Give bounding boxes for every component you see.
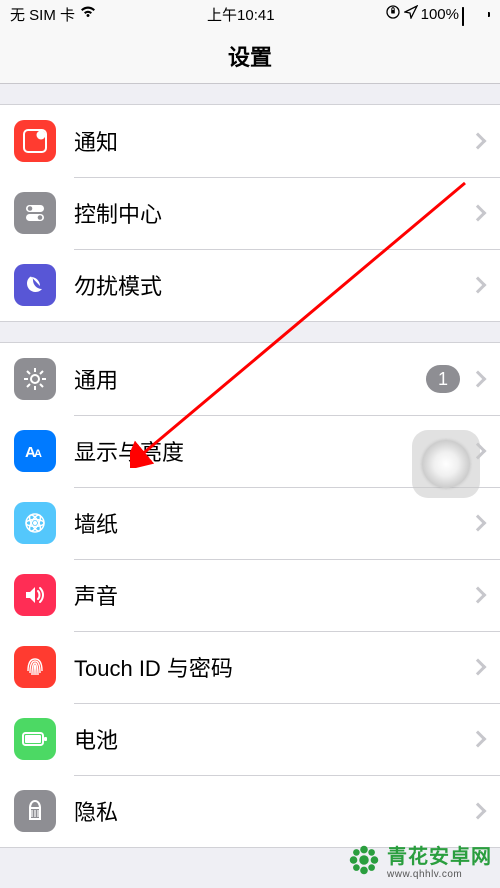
page-title: 设置 [228,40,272,72]
row-control-center[interactable]: 控制中心 [0,177,500,249]
row-label: 隐私 [74,795,472,827]
row-label: 通用 [74,363,426,395]
assistive-touch-inner [422,440,470,488]
watermark: 青花安卓网 www.qhhlv.com [345,840,492,880]
row-label: 通知 [74,125,472,157]
chevron-right-icon [470,803,487,820]
row-sound[interactable]: 声音 [0,559,500,631]
watermark-logo-icon [345,841,383,879]
lock-rotation-icon [385,4,401,24]
chevron-right-icon [470,133,487,150]
row-notifications[interactable]: 通知 [0,105,500,177]
row-label: 声音 [74,579,472,611]
chevron-right-icon [470,587,487,604]
chevron-right-icon [470,659,487,676]
notifications-icon [14,120,56,162]
location-icon [404,5,418,23]
sound-icon [14,574,56,616]
row-label: 控制中心 [74,197,472,229]
status-left: 无 SIM 卡 [10,4,97,25]
carrier-text: 无 SIM 卡 [10,4,75,25]
nav-bar: 设置 [0,28,500,84]
row-battery[interactable]: 电池 [0,703,500,775]
privacy-icon [14,790,56,832]
chevron-right-icon [470,277,487,294]
row-label: Touch ID 与密码 [74,651,472,683]
display-icon: AA [14,430,56,472]
watermark-url: www.qhhlv.com [387,869,492,880]
status-right: 100% [385,4,490,24]
chevron-right-icon [470,205,487,222]
row-privacy[interactable]: 隐私 [0,775,500,847]
battery-percent: 100% [421,6,459,23]
badge-count: 1 [426,365,460,393]
wallpaper-icon [14,502,56,544]
chevron-right-icon [470,731,487,748]
row-dnd[interactable]: 勿扰模式 [0,249,500,321]
row-general[interactable]: 通用 1 [0,343,500,415]
status-time: 上午10:41 [207,4,275,25]
chevron-right-icon [470,371,487,388]
battery-setting-icon [14,718,56,760]
touchid-icon [14,646,56,688]
row-label: 电池 [74,723,472,755]
status-bar: 无 SIM 卡 上午10:41 100% [0,0,500,28]
dnd-icon [14,264,56,306]
row-label: 墙纸 [74,507,472,539]
assistive-touch-button[interactable] [412,430,480,498]
settings-section-1: 通知 控制中心 勿扰模式 [0,104,500,322]
settings-section-2: 通用 1 AA 显示与亮度 墙纸 声音 Touch ID 与密码 电池 [0,342,500,848]
wifi-icon [79,5,97,23]
row-label: 勿扰模式 [74,269,472,301]
control-center-icon [14,192,56,234]
chevron-right-icon [470,515,487,532]
row-touchid[interactable]: Touch ID 与密码 [0,631,500,703]
general-icon [14,358,56,400]
battery-full-icon [462,8,490,21]
svg-text:A: A [34,448,42,460]
watermark-brand: 青花安卓网 [387,840,492,869]
